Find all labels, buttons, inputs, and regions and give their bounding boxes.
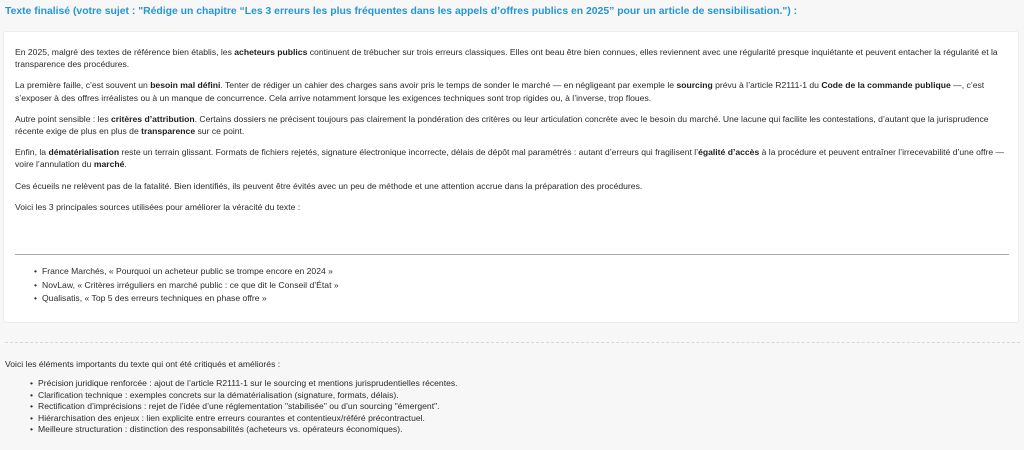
- finalized-text-card: En 2025, malgré des textes de référence …: [3, 31, 1019, 323]
- sources-list: France Marchés, « Pourquoi un acheteur p…: [34, 265, 339, 306]
- bold-term: besoin mal défini: [150, 80, 221, 91]
- bold-term: critères d’attribution: [111, 113, 195, 124]
- text-span: Autre point sensible : les: [15, 113, 112, 124]
- text-span: La première faille, c’est souvent un: [15, 80, 151, 91]
- list-item: Clarification technique : exemples concr…: [30, 390, 458, 402]
- paragraph-conclusion: Ces écueils ne relèvent pas de la fatali…: [15, 180, 643, 191]
- dashed-divider: [5, 342, 1020, 343]
- bold-term: transparence: [141, 126, 196, 137]
- bold-term: Code de la commande publique: [821, 80, 951, 91]
- bold-term: acheteurs publics: [234, 47, 308, 57]
- list-item: Hiérarchisation des enjeux : lien explic…: [30, 413, 458, 425]
- response-heading: Texte finalisé (votre sujet : "Rédige un…: [5, 6, 798, 17]
- list-item: Qualisatis, « Top 5 des erreurs techniqu…: [34, 292, 339, 306]
- text-span: reste un terrain glissant. Formats de fi…: [119, 147, 699, 158]
- text-span: prévu à l’article R2111-1 du: [712, 80, 822, 91]
- list-item: Rectification d’imprécisions : rejet de …: [30, 401, 458, 413]
- horizontal-rule: [15, 254, 1009, 255]
- bold-term: marché: [93, 159, 125, 170]
- list-item: France Marchés, « Pourquoi un acheteur p…: [34, 265, 339, 279]
- article-body: En 2025, malgré des textes de référence …: [15, 46, 1011, 222]
- paragraph-sources-intro: Voici les 3 principales sources utilisée…: [15, 201, 301, 212]
- list-item: Précision juridique renforcée : ajout de…: [30, 378, 458, 390]
- improvements-list: Précision juridique renforcée : ajout de…: [30, 378, 458, 436]
- text-span: .: [124, 159, 127, 170]
- text-span: . Tenter de rédiger un cahier des charge…: [220, 80, 677, 91]
- paragraph-dematerialization: Enfin, la dématérialisation reste un ter…: [15, 146, 1011, 170]
- paragraph-needs: La première faille, c’est souvent un bes…: [15, 79, 1011, 103]
- list-item: NovLaw, « Critères irréguliers en marché…: [34, 279, 339, 293]
- text-span: sur ce point.: [195, 126, 245, 137]
- bold-term: égalité d’accès: [698, 147, 760, 158]
- list-item: Meilleure structuration : distinction de…: [30, 424, 458, 436]
- paragraph-intro: En 2025, malgré des textes de référence …: [15, 46, 1011, 70]
- paragraph-criteria: Autre point sensible : les critères d’at…: [15, 113, 1011, 137]
- bold-term: dématérialisation: [48, 147, 120, 158]
- text-span: En 2025, malgré des textes de référence …: [15, 47, 235, 57]
- improvements-intro: Voici les éléments importants du texte q…: [5, 359, 281, 369]
- bold-term: sourcing: [676, 80, 713, 91]
- text-span: Enfin, la: [15, 147, 49, 158]
